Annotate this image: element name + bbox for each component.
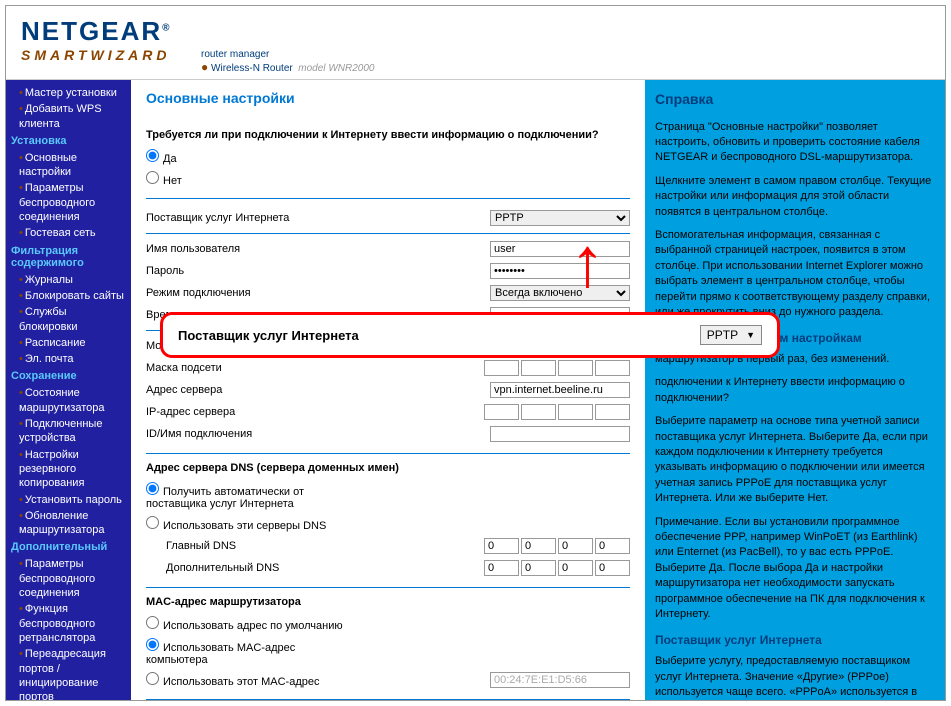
sidebar-section-save: Сохранение [11,367,126,385]
help-p2: Щелкните элемент в самом правом столбце.… [655,174,935,220]
help-p8: Выберите услугу, предоставляемую поставщ… [655,654,935,700]
radio-no-label[interactable]: Нет [146,171,346,187]
mac-this-label[interactable]: Использовать этот MAC-адрес [146,672,346,688]
help-p6: Выберите параметр на основе типа учетной… [655,414,935,506]
sidebar-item-password[interactable]: •Установить пароль [11,492,126,508]
ipserver-2[interactable] [521,404,556,420]
subnet-3[interactable] [558,360,593,376]
radio-no[interactable] [146,171,159,184]
server-input[interactable] [490,382,630,398]
sidebar-item-adv-wireless[interactable]: •Параметры беспроводного соединения [11,556,126,601]
ipserver-label: IP-адрес сервера [146,406,346,418]
radio-dns-manual[interactable] [146,516,159,529]
smartwizard-text: SMARTWIZARD [21,47,172,63]
radio-mac-default[interactable] [146,616,159,629]
sidebar-item-wps[interactable]: •Добавить WPS клиента [11,101,126,132]
dns-auto-label[interactable]: Получить автоматически от поставщика усл… [146,482,346,510]
connid-input[interactable] [490,426,630,442]
connmode-select[interactable]: Всегда включено [490,285,630,301]
highlight-label: Поставщик услуг Интернета [178,328,359,343]
subnet-2[interactable] [521,360,556,376]
dns2-1[interactable] [484,560,519,576]
sidebar-item-blocksites[interactable]: •Блокировать сайты [11,288,126,304]
dns-secondary-label: Дополнительный DNS [166,562,366,574]
dns-manual-label[interactable]: Использовать эти серверы DNS [146,516,346,532]
sub-header: router manager ● Wireless-N Router model… [201,49,930,74]
password-input[interactable] [490,263,630,279]
username-input[interactable] [490,241,630,257]
chevron-down-icon: ▼ [746,330,755,340]
sidebar-item-email[interactable]: •Эл. почта [11,351,126,367]
server-label: Адрес сервера [146,384,346,396]
help-h3: Поставщик услуг Интернета [655,632,935,649]
help-p3: Вспомогательная информация, связанная с … [655,228,935,320]
ipserver-1[interactable] [484,404,519,420]
login-question: Требуется ли при подключении к Интернету… [146,129,630,141]
dns-primary-label: Главный DNS [166,540,366,552]
sidebar-item-update[interactable]: •Обновление маршрутизатора [11,508,126,539]
dns1-3[interactable] [558,538,593,554]
sidebar-item-portforward[interactable]: •Переадресация портов / инициирование по… [11,646,126,700]
sidebar-section-filter: Фильтрация содержимого [11,242,126,272]
sidebar-item-wizard[interactable]: •Мастер установки [11,85,126,101]
mac-input[interactable] [490,672,630,688]
isp-select[interactable]: PPTP [490,210,630,226]
sidebar-item-devices[interactable]: •Подключенные устройства [11,416,126,447]
dns1-2[interactable] [521,538,556,554]
sidebar-item-status[interactable]: •Состояние маршрутизатора [11,385,126,416]
sidebar-item-repeater[interactable]: •Функция беспроводного ретранслятора [11,601,126,646]
subnet-label: Маска подсети [146,362,346,374]
dns-section-label: Адрес сервера DNS (сервера доменных имен… [146,462,630,474]
help-panel: Справка Страница "Основные настройки" по… [645,80,945,700]
connid-label: ID/Имя подключения [146,428,346,440]
annotation-arrow: ↑ [570,245,605,280]
radio-yes-label[interactable]: Да [146,149,346,165]
highlight-select: PPTP▼ [700,325,762,345]
mac-default-label[interactable]: Использовать адрес по умолчанию [146,616,346,632]
help-p7: Примечание. Если вы установили программн… [655,515,935,623]
mac-section-label: MAC-адрес маршрутизатора [146,596,630,608]
subnet-4[interactable] [595,360,630,376]
radio-mac-this[interactable] [146,672,159,685]
isp-label: Поставщик услуг Интернета [146,212,346,224]
logo: NETGEAR® [21,16,172,47]
connmode-label: Режим подключения [146,287,346,299]
sidebar-item-basic[interactable]: •Основные настройки [11,150,126,181]
sidebar-section-setup: Установка [11,132,126,150]
sidebar-section-advanced: Дополнительный [11,538,126,556]
radio-yes[interactable] [146,149,159,162]
help-p1: Страница "Основные настройки" позволяет … [655,120,935,166]
password-label: Пароль [146,265,346,277]
ipserver-4[interactable] [595,404,630,420]
sidebar-item-guest[interactable]: •Гостевая сеть [11,225,126,241]
dns1-1[interactable] [484,538,519,554]
sidebar-item-blockservices[interactable]: •Службы блокировки [11,304,126,335]
radio-dns-auto[interactable] [146,482,159,495]
sidebar-item-schedule[interactable]: •Расписание [11,335,126,351]
mac-computer-label[interactable]: Использовать MAC-адрес компьютера [146,638,346,666]
header: NETGEAR® SMARTWIZARD router manager ● Wi… [6,6,945,80]
sidebar-item-wireless[interactable]: •Параметры беспроводного соединения [11,180,126,225]
sidebar: •Мастер установки •Добавить WPS клиента … [6,80,131,700]
dns1-4[interactable] [595,538,630,554]
radio-mac-computer[interactable] [146,638,159,651]
content-panel: Основные настройки Требуется ли при подк… [131,80,645,700]
annotation-highlight: Поставщик услуг Интернета PPTP▼ [160,312,780,358]
dns2-2[interactable] [521,560,556,576]
sidebar-item-logs[interactable]: •Журналы [11,272,126,288]
dns2-4[interactable] [595,560,630,576]
sidebar-item-backup[interactable]: •Настройки резервного копирования [11,447,126,492]
dns2-3[interactable] [558,560,593,576]
page-title: Основные настройки [146,90,630,106]
subnet-1[interactable] [484,360,519,376]
help-p5: подключении к Интернету ввести информаци… [655,375,935,406]
ipserver-3[interactable] [558,404,593,420]
username-label: Имя пользователя [146,243,346,255]
help-title: Справка [655,90,935,110]
